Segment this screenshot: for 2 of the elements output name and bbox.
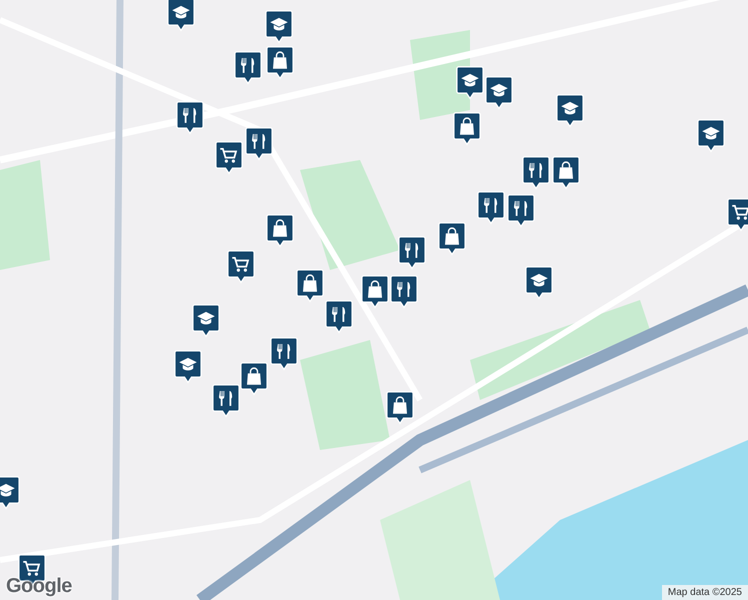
- map-attribution[interactable]: Map data ©2025: [662, 585, 748, 600]
- google-logo[interactable]: Google: [6, 575, 72, 598]
